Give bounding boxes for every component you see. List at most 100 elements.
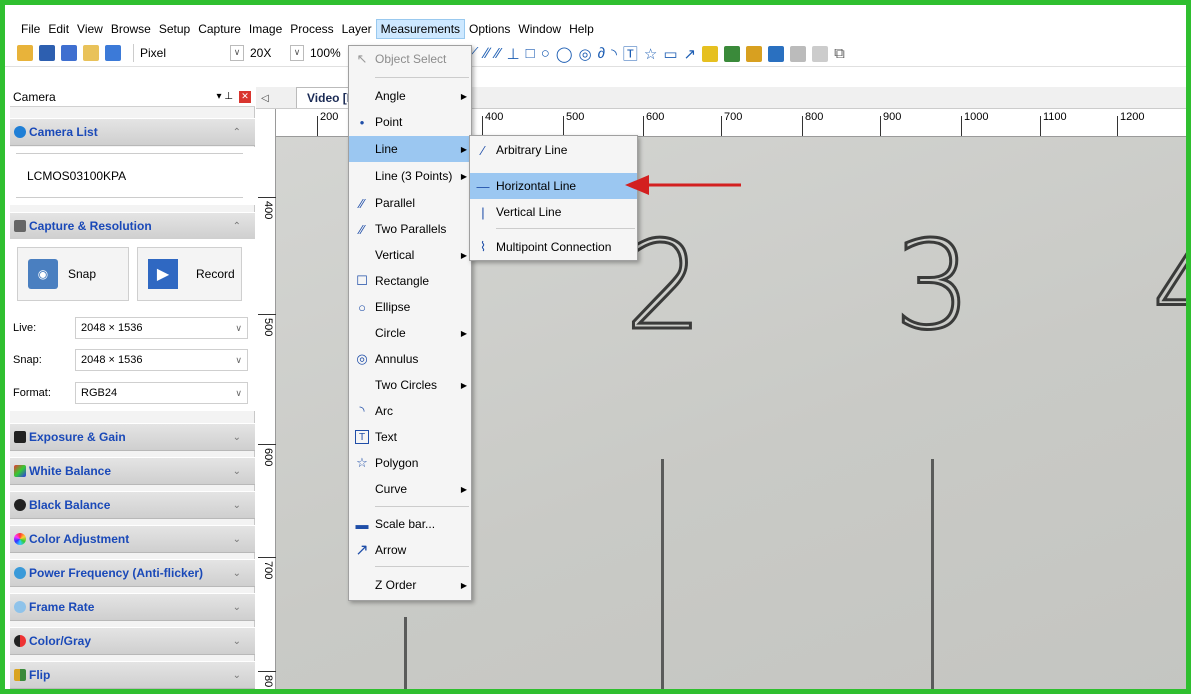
chevron-down-icon[interactable]: ⌄ — [233, 500, 241, 511]
chevron-down-icon[interactable]: ⌄ — [233, 534, 241, 545]
section-power-frequency[interactable]: Power Frequency (Anti-flicker) ⌄ — [10, 559, 255, 587]
menu-item-line[interactable]: Line ▶ — [349, 136, 471, 162]
unit-label[interactable]: Pixel — [140, 46, 220, 60]
menu-item-text[interactable]: T Text — [349, 424, 471, 450]
menu-item-polygon[interactable]: ☆ Polygon — [349, 450, 471, 476]
chevron-up-icon[interactable]: ⌃ — [233, 221, 241, 232]
annulus-tool-icon[interactable]: ◎ — [579, 45, 592, 63]
menu-item-annulus[interactable]: ◎ Annulus — [349, 346, 471, 372]
chevron-down-icon[interactable]: ⌄ — [233, 568, 241, 579]
menu-file[interactable]: File — [17, 20, 44, 38]
arrow-tool-icon[interactable]: ↗ — [684, 45, 697, 63]
menu-browse[interactable]: Browse — [107, 20, 155, 38]
copy-icon[interactable] — [812, 45, 829, 62]
menu-item-arc[interactable]: ◝ Arc — [349, 398, 471, 424]
section-color-gray[interactable]: Color/Gray ⌄ — [10, 627, 255, 655]
section-camera-list[interactable]: Camera List ⌃ — [10, 118, 255, 146]
menu-item-ellipse[interactable]: ○ Ellipse — [349, 294, 471, 320]
menu-item-label: Arbitrary Line — [496, 143, 568, 157]
vertical-tool-icon[interactable]: ⊥ — [507, 45, 520, 63]
open-folder-icon[interactable] — [17, 44, 33, 61]
save-as-icon[interactable] — [61, 44, 77, 61]
chevron-down-icon[interactable]: ⌄ — [233, 636, 241, 647]
submenu-item-vertical-line[interactable]: | Vertical Line — [470, 199, 637, 225]
menu-item-curve[interactable]: Curve ▶ — [349, 476, 471, 502]
save-icon[interactable] — [39, 44, 55, 61]
pin-icon[interactable]: ▾ ⊥ — [216, 91, 233, 102]
section-flip[interactable]: Flip ⌄ — [10, 661, 255, 689]
chevron-down-icon[interactable]: ∨ — [290, 44, 304, 61]
menu-options[interactable]: Options — [465, 20, 514, 38]
two-parallels-tool-icon[interactable]: ⁄⁄ — [496, 45, 501, 62]
menu-item-rectangle[interactable]: ☐ Rectangle — [349, 268, 471, 294]
curve-tool-icon[interactable]: ∂ — [598, 45, 605, 62]
chevron-down-icon[interactable]: ∨ — [230, 44, 244, 61]
menu-image[interactable]: Image — [245, 20, 286, 38]
calibrate-icon[interactable] — [702, 45, 719, 62]
submenu-item-horizontal-line[interactable]: — Horizontal Line — [470, 173, 637, 199]
chevron-down-icon[interactable]: ⌄ — [233, 432, 241, 443]
section-black-balance[interactable]: Black Balance ⌄ — [10, 491, 255, 519]
text-tool-icon[interactable]: 🅃 — [623, 43, 638, 64]
snap-button[interactable]: ◉ Snap — [17, 247, 129, 301]
record-button[interactable]: ▶ Record — [137, 247, 242, 301]
horizontal-line-icon: — — [476, 178, 490, 194]
polygon-tool-icon[interactable]: ☆ — [644, 45, 657, 63]
menu-setup[interactable]: Setup — [155, 20, 194, 38]
capture-box: ◉ Snap ▶ Record Live: 2048 × 1536 ∨ Snap… — [10, 239, 255, 411]
chevron-up-icon[interactable]: ⌃ — [233, 127, 241, 138]
chevron-down-icon[interactable]: ⌄ — [233, 670, 241, 681]
section-capture-resolution[interactable]: Capture & Resolution ⌃ — [10, 212, 255, 240]
section-frame-rate[interactable]: Frame Rate ⌄ — [10, 593, 255, 621]
section-exposure-gain[interactable]: Exposure & Gain ⌄ — [10, 423, 255, 451]
rectangle-tool-icon[interactable]: □ — [526, 45, 535, 62]
chevron-down-icon[interactable]: ⌄ — [233, 466, 241, 477]
chevron-down-icon[interactable]: ⌄ — [233, 602, 241, 613]
menu-item-vertical[interactable]: Vertical ▶ — [349, 242, 471, 268]
window-icon[interactable]: ⧉ — [834, 45, 845, 62]
menu-item-two-parallels[interactable]: ⁄⁄ Two Parallels — [349, 216, 471, 242]
menu-item-angle[interactable]: Angle ▶ — [349, 83, 471, 109]
menu-item-two-circles[interactable]: Two Circles ▶ — [349, 372, 471, 398]
menu-item-arrow[interactable]: ↗ Arrow — [349, 537, 471, 563]
section-white-balance[interactable]: White Balance ⌄ — [10, 457, 255, 485]
close-icon[interactable]: ✕ — [239, 90, 251, 103]
section-color-adjustment[interactable]: Color Adjustment ⌄ — [10, 525, 255, 553]
menu-view[interactable]: View — [73, 20, 107, 38]
menu-item-z-order[interactable]: Z Order ▶ — [349, 572, 471, 598]
menu-item-scale-bar[interactable]: ▬ Scale bar... — [349, 511, 471, 537]
menu-item-parallel[interactable]: ∕∕ Parallel — [349, 190, 471, 216]
menu-item-circle[interactable]: Circle ▶ — [349, 320, 471, 346]
menu-edit[interactable]: Edit — [44, 20, 73, 38]
layer-icon[interactable] — [746, 45, 763, 62]
circle-tool-icon[interactable]: ◯ — [556, 45, 573, 63]
menu-process[interactable]: Process — [286, 20, 337, 38]
format-select[interactable]: RGB24 ∨ — [75, 382, 248, 404]
menu-item-point[interactable]: • Point — [349, 109, 471, 135]
play-icon: ▶ — [148, 259, 178, 289]
menu-capture[interactable]: Capture — [194, 20, 245, 38]
parallel-tool-icon[interactable]: ∕∕ — [485, 45, 490, 62]
export-icon[interactable] — [768, 45, 785, 62]
scale-bar-tool-icon[interactable]: ▭ — [663, 45, 677, 63]
menu-item-object-select[interactable]: ↖ Object Select — [349, 46, 471, 72]
arc-tool-icon[interactable]: ◝ — [611, 45, 617, 63]
snap-resolution-select[interactable]: 2048 × 1536 ∨ — [75, 349, 248, 371]
ellipse-tool-icon[interactable]: ○ — [541, 45, 550, 62]
submenu-item-arbitrary-line[interactable]: ∕ Arbitrary Line — [470, 137, 637, 163]
live-resolution-select[interactable]: 2048 × 1536 ∨ — [75, 317, 248, 339]
menu-measurements[interactable]: Measurements — [375, 19, 466, 39]
browse-folder-icon[interactable] — [83, 44, 99, 61]
submenu-item-multipoint-connection[interactable]: ⌇ Multipoint Connection — [470, 234, 637, 260]
menu-window[interactable]: Window — [514, 20, 565, 38]
tab-scroll-left-icon[interactable]: ◁ — [256, 93, 274, 104]
menu-item-line-3-points[interactable]: Line (3 Points) ▶ — [349, 163, 471, 189]
green-g-icon[interactable] — [724, 45, 741, 62]
menu-help[interactable]: Help — [565, 20, 598, 38]
zoom-combo[interactable]: ∨ 20X — [230, 43, 290, 63]
sheet-icon[interactable] — [790, 45, 807, 62]
grid-view-icon[interactable] — [105, 44, 121, 61]
menu-layer[interactable]: Layer — [338, 20, 376, 38]
snap-resolution-value: 2048 × 1536 — [81, 354, 143, 366]
camera-item[interactable]: LCMOS03100KPA — [27, 169, 126, 183]
